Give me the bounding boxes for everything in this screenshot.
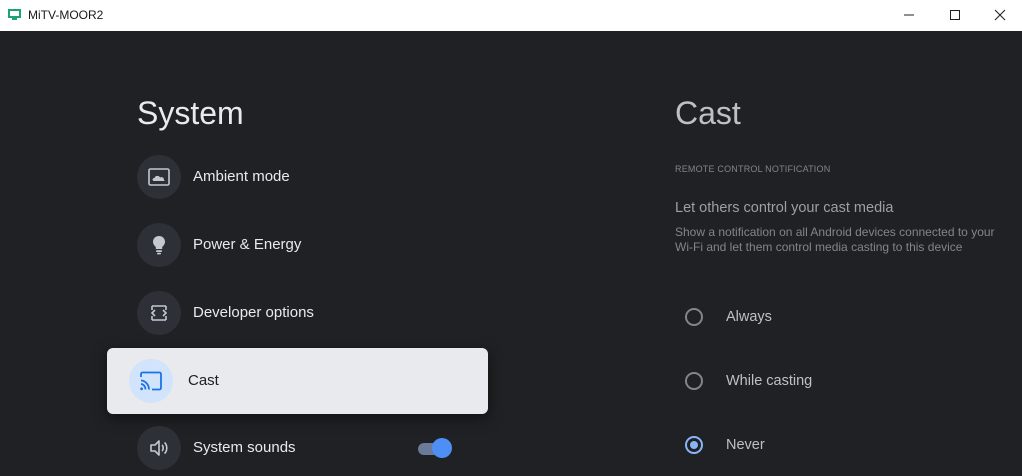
menu-label-power-energy: Power & Energy	[193, 236, 302, 253]
section-label: REMOTE CONTROL NOTIFICATION	[675, 164, 831, 174]
menu-item-cast-selected[interactable]: Cast	[107, 348, 488, 414]
close-icon	[994, 9, 1006, 21]
menu-label-developer-options: Developer options	[193, 304, 314, 321]
preference-title: Let others control your cast media	[675, 200, 894, 216]
tv-app-icon	[8, 9, 21, 20]
developer-options-icon	[137, 291, 181, 335]
radio-option-always[interactable]: Always	[685, 307, 985, 331]
radio-button-checked[interactable]	[685, 436, 703, 454]
cast-icon	[129, 359, 173, 403]
system-title: System	[137, 95, 244, 131]
menu-label-system-sounds: System sounds	[193, 439, 296, 456]
maximize-icon	[950, 10, 960, 20]
radio-label: Never	[726, 437, 765, 453]
menu-item-developer-options[interactable]: Developer options	[137, 291, 477, 335]
toggle-thumb	[432, 438, 452, 458]
lightbulb-icon	[137, 223, 181, 267]
minimize-icon	[904, 14, 914, 16]
volume-icon	[137, 426, 181, 470]
system-sounds-toggle[interactable]	[418, 436, 456, 460]
menu-item-ambient-mode[interactable]: Ambient mode	[137, 155, 477, 199]
menu-item-power-energy[interactable]: Power & Energy	[137, 223, 477, 267]
radio-button[interactable]	[685, 372, 703, 390]
cast-panel-title: Cast	[675, 95, 741, 131]
menu-label-cast: Cast	[188, 372, 219, 389]
minimize-button[interactable]	[886, 0, 932, 31]
maximize-button[interactable]	[932, 0, 978, 31]
tv-settings-screen: System Ambient mode Power & Energy Devel…	[0, 31, 1022, 476]
preference-description: Show a notification on all Android devic…	[675, 225, 995, 254]
menu-item-system-sounds[interactable]: System sounds	[137, 426, 477, 470]
close-button[interactable]	[977, 0, 1022, 31]
radio-option-while-casting[interactable]: While casting	[685, 371, 985, 395]
radio-label: Always	[726, 309, 772, 325]
title-bar: MiTV-MOOR2	[0, 0, 1022, 32]
window-title: MiTV-MOOR2	[28, 8, 104, 22]
ambient-mode-icon	[137, 155, 181, 199]
radio-button[interactable]	[685, 308, 703, 326]
menu-label-ambient-mode: Ambient mode	[193, 168, 290, 185]
radio-label: While casting	[726, 373, 813, 389]
radio-option-never[interactable]: Never	[685, 435, 985, 459]
